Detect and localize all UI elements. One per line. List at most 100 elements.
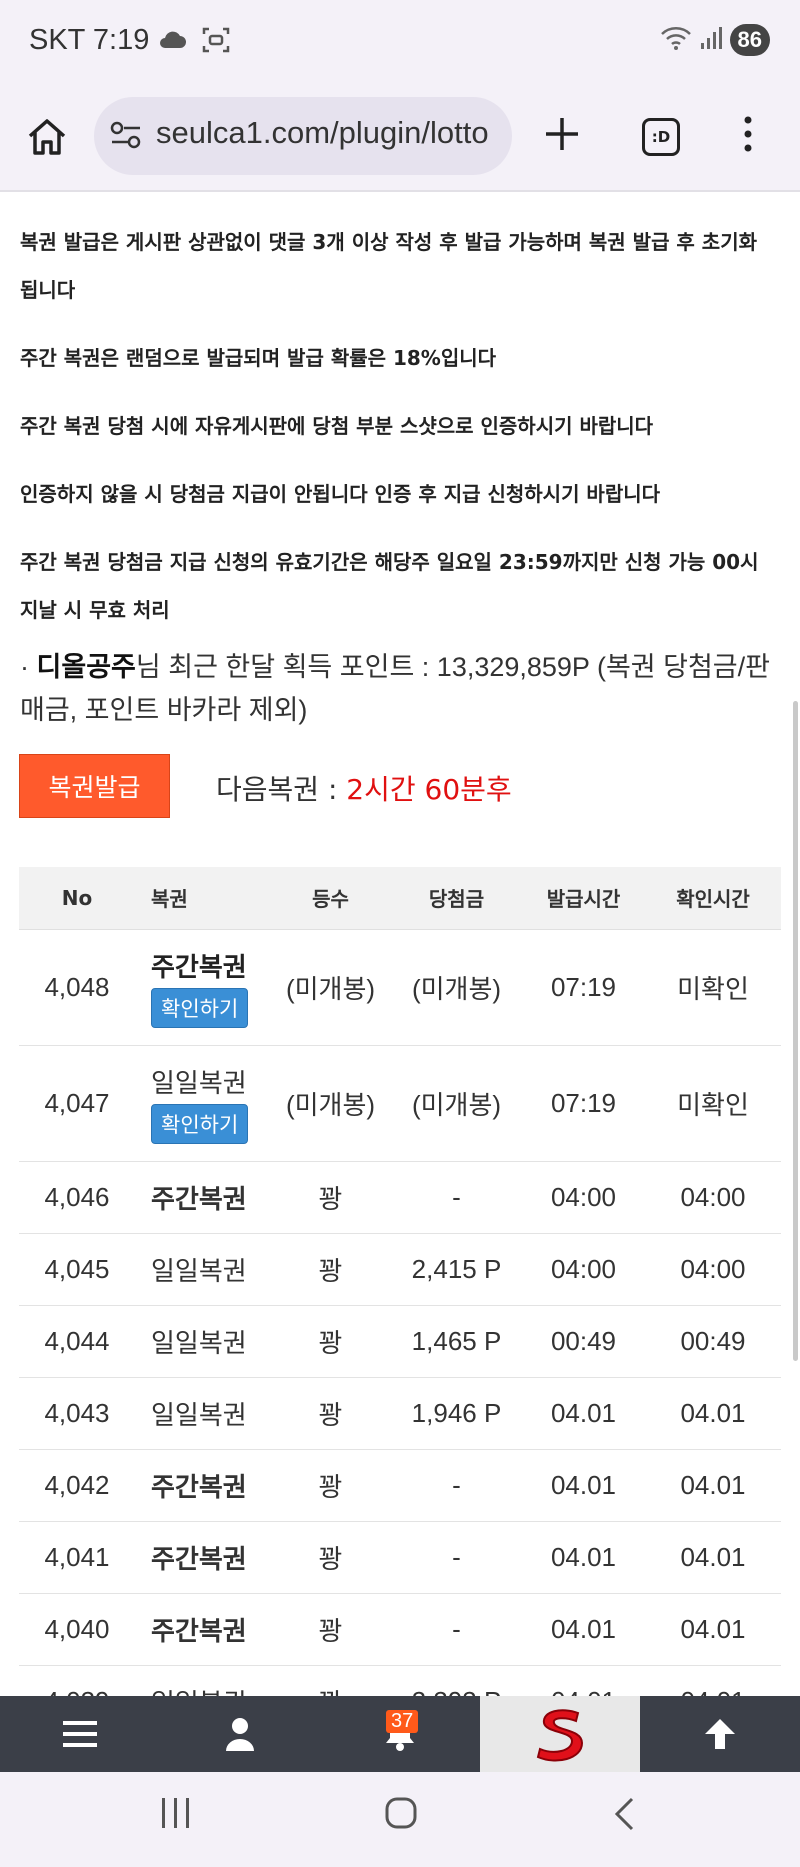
table-row: 4,042 주간복권 꽝 - 04.01 04.01 bbox=[19, 1449, 781, 1522]
cell-type: 주간복권 bbox=[135, 1521, 270, 1594]
table-row: 4,045 일일복권 꽝 2,415 P 04:00 04:00 bbox=[19, 1233, 781, 1306]
cell-no: 4,044 bbox=[19, 1305, 135, 1378]
cell-type: 일일복권 bbox=[135, 1377, 270, 1450]
recent-apps-icon[interactable] bbox=[160, 1796, 192, 1834]
cell-prize: 1,465 P bbox=[391, 1305, 522, 1378]
user-icon[interactable] bbox=[160, 1696, 320, 1772]
lottery-table: No 복권 등수 당첨금 발급시간 확인시간 4,048 주간복권 확인하기 (… bbox=[19, 867, 781, 1696]
page-content: 복권 발급은 게시판 상관없이 댓글 3개 이상 작성 후 발급 가능하며 복권… bbox=[0, 194, 800, 1696]
cell-type: 주간복권 확인하기 bbox=[135, 929, 270, 1046]
cell-issued: 07:19 bbox=[522, 1045, 645, 1162]
table-row: 4,047 일일복권 확인하기 (미개봉) (미개봉) 07:19 미확인 bbox=[19, 1045, 781, 1162]
cell-type: 주간복권 bbox=[135, 1593, 270, 1666]
table-row: 4,041 주간복권 꽝 - 04.01 04.01 bbox=[19, 1521, 781, 1594]
new-tab-icon[interactable] bbox=[542, 114, 582, 158]
cell-no: 4,041 bbox=[19, 1521, 135, 1594]
back-icon[interactable] bbox=[612, 1796, 636, 1836]
notice-item: 주간 복권 당첨 시에 자유게시판에 당첨 부분 스샷으로 인증하시기 바랍니다 bbox=[20, 414, 654, 438]
cell-issued: 04:00 bbox=[522, 1233, 645, 1306]
scrollbar[interactable] bbox=[793, 701, 798, 1361]
cell-rank: (미개봉) bbox=[270, 929, 391, 1046]
cell-prize: - bbox=[391, 1161, 522, 1234]
cell-rank: 꽝 bbox=[270, 1593, 391, 1666]
cell-issued: 07:19 bbox=[522, 929, 645, 1046]
cell-checked: 미확인 bbox=[645, 929, 781, 1046]
home-icon[interactable] bbox=[24, 114, 70, 160]
browser-toolbar: seulca1.com/plugin/lotto :D bbox=[0, 88, 800, 192]
col-prize: 당첨금 bbox=[391, 867, 522, 930]
cell-prize: (미개봉) bbox=[391, 929, 522, 1046]
cell-checked: 미확인 bbox=[645, 1045, 781, 1162]
points-summary: · 디올공주님 최근 한달 획득 포인트 : 13,329,859P (복권 당… bbox=[0, 646, 800, 732]
site-settings-icon[interactable] bbox=[108, 119, 144, 155]
cell-prize: - bbox=[391, 1521, 522, 1594]
cell-type: 주간복권 bbox=[135, 1449, 270, 1522]
status-time: SKT 7:19 bbox=[29, 24, 150, 56]
next-lottery-label: 다음복권 : bbox=[216, 773, 347, 806]
issue-lottery-button[interactable]: 복권발급 bbox=[19, 754, 170, 818]
notice-item: 복권 발급은 게시판 상관없이 댓글 3개 이상 작성 후 발급 가능하며 복권… bbox=[20, 230, 757, 302]
url-bar[interactable]: seulca1.com/plugin/lotto bbox=[94, 97, 512, 175]
cell-checked: 04:00 bbox=[645, 1233, 781, 1306]
cell-checked: 04.01 bbox=[645, 1593, 781, 1666]
cell-checked: 04.01 bbox=[645, 1665, 781, 1696]
url-text: seulca1.com/plugin/lotto bbox=[156, 115, 489, 150]
cell-no: 4,048 bbox=[19, 929, 135, 1046]
notice-item: 주간 복권은 랜덤으로 발급되며 발급 확률은 18%입니다 bbox=[20, 346, 497, 370]
table-row: 4,046 주간복권 꽝 - 04:00 04:00 bbox=[19, 1161, 781, 1234]
cell-no: 4,045 bbox=[19, 1233, 135, 1306]
lottery-type: 주간복권 bbox=[151, 951, 247, 982]
overflow-menu-icon[interactable] bbox=[740, 114, 756, 158]
user-nickname[interactable]: 디올공주 bbox=[37, 652, 136, 682]
table-row: 4,040 주간복권 꽝 - 04.01 04.01 bbox=[19, 1593, 781, 1666]
cell-rank: 꽝 bbox=[270, 1377, 391, 1450]
site-logo[interactable] bbox=[480, 1696, 640, 1772]
cell-prize: 2,415 P bbox=[391, 1233, 522, 1306]
table-row: 4,043 일일복권 꽝 1,946 P 04.01 04.01 bbox=[19, 1377, 781, 1450]
cell-no: 4,042 bbox=[19, 1449, 135, 1522]
confirm-button[interactable]: 확인하기 bbox=[151, 987, 249, 1028]
arrow-up-icon[interactable] bbox=[640, 1696, 800, 1772]
next-lottery-time: 2시간 60분후 bbox=[346, 773, 512, 806]
wifi-icon bbox=[660, 25, 692, 55]
cell-prize: - bbox=[391, 1593, 522, 1666]
col-type: 복권 bbox=[135, 867, 270, 930]
table-row: 4,039 일일복권 꽝 2,393 P 04.01 04.01 bbox=[19, 1665, 781, 1696]
cell-issued: 04.01 bbox=[522, 1377, 645, 1450]
screen-capture-icon bbox=[201, 26, 231, 58]
tab-switcher-button[interactable]: :D bbox=[642, 118, 680, 156]
cell-issued: 00:49 bbox=[522, 1305, 645, 1378]
confirm-button[interactable]: 확인하기 bbox=[151, 1103, 249, 1144]
status-bar: SKT 7:19 86 bbox=[0, 0, 800, 88]
col-checked: 확인시간 bbox=[645, 867, 781, 930]
cell-issued: 04.01 bbox=[522, 1665, 645, 1696]
cell-type: 일일복권 bbox=[135, 1305, 270, 1378]
cell-issued: 04.01 bbox=[522, 1593, 645, 1666]
menu-icon[interactable] bbox=[0, 1696, 160, 1772]
cell-checked: 04:00 bbox=[645, 1161, 781, 1234]
col-rank: 등수 bbox=[270, 867, 391, 930]
cell-type: 일일복권 bbox=[135, 1665, 270, 1696]
cell-prize: 1,946 P bbox=[391, 1377, 522, 1450]
cell-prize: (미개봉) bbox=[391, 1045, 522, 1162]
cell-checked: 04.01 bbox=[645, 1377, 781, 1450]
next-lottery-info: 다음복권 : 2시간 60분후 bbox=[216, 768, 512, 808]
notice-list: 복권 발급은 게시판 상관없이 댓글 3개 이상 작성 후 발급 가능하며 복권… bbox=[0, 218, 800, 634]
notice-item: 주간 복권 당첨금 지급 신청의 유효기간은 해당주 일요일 23:59까지만 … bbox=[20, 550, 759, 622]
cell-no: 4,039 bbox=[19, 1665, 135, 1696]
notification-badge: 37 bbox=[386, 1710, 419, 1733]
cell-rank: 꽝 bbox=[270, 1449, 391, 1522]
signal-icon bbox=[700, 26, 722, 54]
cell-rank: 꽝 bbox=[270, 1521, 391, 1594]
table-row: 4,048 주간복권 확인하기 (미개봉) (미개봉) 07:19 미확인 bbox=[19, 929, 781, 1046]
cell-no: 4,046 bbox=[19, 1161, 135, 1234]
cell-rank: 꽝 bbox=[270, 1305, 391, 1378]
home-nav-icon[interactable] bbox=[384, 1796, 418, 1834]
cell-rank: 꽝 bbox=[270, 1161, 391, 1234]
site-bottom-bar: 37 bbox=[0, 1696, 800, 1772]
table-header-row: No 복권 등수 당첨금 발급시간 확인시간 bbox=[19, 867, 781, 930]
cloud-icon bbox=[157, 26, 187, 58]
bullet: · bbox=[20, 652, 29, 682]
bell-icon[interactable] bbox=[320, 1696, 480, 1772]
cell-issued: 04.01 bbox=[522, 1521, 645, 1594]
